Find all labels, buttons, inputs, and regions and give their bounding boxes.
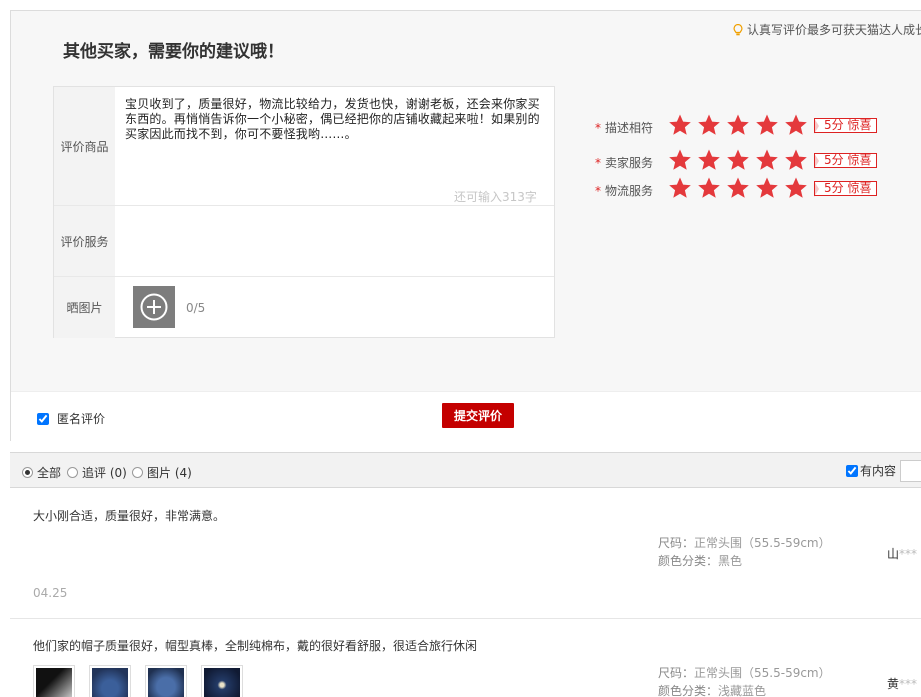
review-sku: 尺码：正常头围（55.5-59cm） 颜色分类：黑色 [658, 536, 831, 568]
star-icon[interactable] [697, 148, 721, 172]
panel-title: 其他买家，需要你的建议哦！ [63, 42, 284, 62]
plus-circle-icon [140, 293, 168, 321]
photo-label: 晒图片 [54, 277, 115, 338]
review-filter-bar: 全部 追评 (0) 图片 (4) 有内容 [10, 452, 921, 488]
submit-review-button[interactable]: 提交评价 [442, 403, 514, 428]
reviewer-name: 黄*** [887, 677, 918, 691]
star-rating[interactable] [668, 148, 813, 175]
anonymous-toggle[interactable]: 匿名评价 [37, 410, 105, 427]
photo-count: 0/5 [186, 301, 206, 315]
filter-pictures[interactable]: 图片 (4) [132, 464, 192, 481]
radio-icon [132, 467, 143, 478]
star-icon[interactable] [697, 113, 721, 137]
rating-description: * 描述相符 5分 惊喜 [595, 113, 895, 137]
review-form: 评价商品 宝贝收到了，质量很好，物流比较给力，发货也快，谢谢老板，还会来你家买东… [53, 86, 555, 338]
anonymous-label: 匿名评价 [57, 412, 106, 426]
rating-label: * 卖家服务 [595, 156, 654, 170]
has-content-checkbox[interactable] [846, 464, 858, 477]
product-review-label: 评价商品 [54, 87, 115, 205]
product-review-row: 评价商品 宝贝收到了，质量很好，物流比较给力，发货也快，谢谢老板，还会来你家买东… [54, 87, 554, 206]
filter-followup[interactable]: 追评 (0) [67, 464, 127, 481]
photo-row: 晒图片 0/5 [54, 277, 554, 338]
review-sku: 尺码：正常头围（55.5-59cm） 颜色分类：浅藏蓝色 [658, 666, 831, 697]
star-icon[interactable] [784, 113, 808, 137]
star-icon[interactable] [755, 113, 779, 137]
rating-badge: 5分 惊喜 [814, 153, 878, 169]
radio-icon [67, 467, 78, 478]
review-photo-thumb[interactable] [33, 665, 75, 697]
lightbulb-icon [733, 24, 743, 36]
tip-label: 认真写评价最多可获天猫达人成长值 [747, 23, 921, 37]
rating-seller-service: * 卖家服务 5分 惊喜 [595, 148, 895, 172]
add-photo-button[interactable] [133, 286, 175, 328]
star-icon[interactable] [784, 176, 808, 200]
star-rating[interactable] [668, 113, 813, 140]
tip-text: 认真写评价最多可获天猫达人成长值 [733, 21, 921, 38]
review-photo-thumb[interactable] [145, 665, 187, 697]
review-form-panel: 其他买家，需要你的建议哦！ 认真写评价最多可获天猫达人成长值 评价商品 宝贝收到… [10, 10, 921, 441]
radio-icon [22, 467, 33, 478]
sort-button[interactable] [900, 460, 921, 482]
rating-badge: 5分 惊喜 [814, 118, 878, 134]
star-rating[interactable] [668, 176, 813, 203]
star-icon[interactable] [726, 176, 750, 200]
review-photo-thumb[interactable] [89, 665, 131, 697]
reviewer-name: 山*** [887, 547, 918, 561]
comment-textarea[interactable]: 宝贝收到了，质量很好，物流比较给力，发货也快，谢谢老板，还会来你家买东西的。再悄… [125, 97, 549, 142]
rating-logistics: * 物流服务 5分 惊喜 [595, 176, 895, 200]
char-counter: 还可输入313字 [454, 190, 537, 204]
star-icon[interactable] [726, 148, 750, 172]
anonymous-checkbox[interactable] [37, 412, 49, 425]
service-review-label: 评价服务 [54, 206, 115, 276]
service-review-row[interactable]: 评价服务 [54, 206, 554, 277]
star-icon[interactable] [668, 113, 692, 137]
star-icon[interactable] [784, 148, 808, 172]
filter-all[interactable]: 全部 [22, 464, 61, 481]
star-icon[interactable] [697, 176, 721, 200]
star-icon[interactable] [755, 176, 779, 200]
rating-badge: 5分 惊喜 [814, 181, 878, 197]
form-footer: 匿名评价 提交评价 [11, 391, 921, 441]
rating-label: * 物流服务 [595, 184, 654, 198]
review-item: 他们家的帽子质量很好，帽型真棒，全制纯棉布，戴的很好看舒服，很适合旅行休闲 尺码… [10, 619, 921, 697]
has-content-toggle[interactable]: 有内容 [846, 462, 896, 479]
review-date: 04.25 [33, 586, 68, 600]
review-photo-thumb[interactable] [201, 665, 243, 697]
star-icon[interactable] [726, 113, 750, 137]
star-icon[interactable] [668, 176, 692, 200]
rating-label: * 描述相符 [595, 121, 654, 135]
review-text: 他们家的帽子质量很好，帽型真棒，全制纯棉布，戴的很好看舒服，很适合旅行休闲 [33, 639, 478, 653]
star-icon[interactable] [755, 148, 779, 172]
star-icon[interactable] [668, 148, 692, 172]
review-item: 大小刚合适，质量很好，非常满意。 尺码：正常头围（55.5-59cm） 颜色分类… [10, 489, 921, 619]
review-text: 大小刚合适，质量很好，非常满意。 [33, 509, 226, 523]
